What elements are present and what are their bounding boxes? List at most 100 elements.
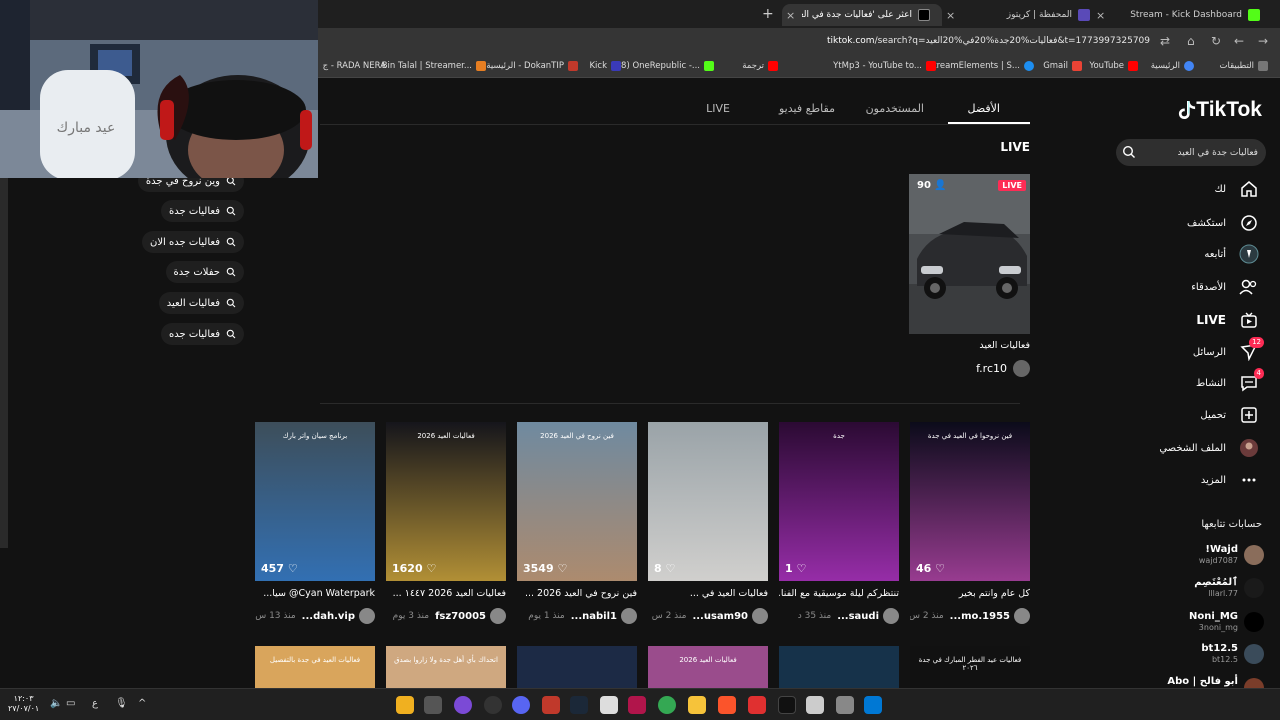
tiktok-app-icon[interactable] <box>778 696 796 714</box>
video-card[interactable]: فين نروح في العيد 2026 3549 ♡ <box>517 422 637 581</box>
tab-tiktok-search[interactable]: اعثر على 'فعاليات جدة في العيد' × <box>782 4 942 26</box>
bookmark-bintalal[interactable]: Bin Talal | Streamer... <box>382 61 490 71</box>
site-settings-icon[interactable]: ⇄ <box>1160 34 1170 48</box>
volume-icon[interactable]: 🔈 <box>50 698 62 709</box>
following-account[interactable]: bt12.5 bt12.5 <box>1144 640 1264 668</box>
video-author[interactable]: nabil1... <box>571 611 617 622</box>
sidebar-item-live-tv[interactable]: LIVE <box>1196 309 1260 331</box>
video-card[interactable]: فعاليات العيد 2026 <box>648 646 768 688</box>
sidebar-item-compass[interactable]: استكشف <box>1187 212 1260 234</box>
tab-users[interactable]: المستخدمون <box>866 102 924 115</box>
app-icon-7[interactable] <box>806 696 824 714</box>
new-tab-icon[interactable]: + <box>762 6 774 22</box>
bookmark-dokantip[interactable]: الرئيسية - DokanTIP <box>486 61 582 71</box>
tray-chevron-icon[interactable]: ^ <box>138 698 146 709</box>
obs-icon[interactable] <box>454 696 472 714</box>
close-icon[interactable]: × <box>786 9 795 22</box>
video-author[interactable]: usam90... <box>692 611 748 622</box>
following-account[interactable]: ٱلمُعْتَصِم lllarl.77 <box>1144 574 1264 602</box>
sidebar-item-home[interactable]: لك <box>1215 178 1260 200</box>
related-search-chip[interactable]: حفلات جدة <box>165 261 244 283</box>
video-author[interactable]: mo.1955... <box>950 611 1010 622</box>
app-icon-6[interactable] <box>748 696 766 714</box>
live-stream-card[interactable]: LIVE 90 👤 <box>909 174 1030 334</box>
url-field[interactable]: tiktok.com/search?q=فعاليات%20جدة%20في%2… <box>827 36 1150 46</box>
bookmark-apps[interactable]: التطبيقات <box>1219 61 1272 71</box>
avatar[interactable] <box>621 608 637 624</box>
bookmark-home[interactable]: الرئيسية <box>1151 61 1198 71</box>
avatar[interactable] <box>490 608 506 624</box>
avatar[interactable] <box>1014 608 1030 624</box>
video-card[interactable]: فعاليات العيد في جدة بالتفصيل <box>255 646 375 688</box>
bookmark-gmail[interactable]: Gmail <box>1043 61 1086 71</box>
tab-top[interactable]: الأفضل <box>968 102 1000 115</box>
video-card[interactable]: فعاليات العيد 2026 1620 ♡ <box>386 422 506 581</box>
sidebar-item-following[interactable]: أتابعه <box>1204 243 1260 265</box>
related-search-chip[interactable]: فعاليات العيد <box>158 292 244 314</box>
video-author[interactable]: fsz70005 <box>435 611 486 622</box>
back-icon[interactable]: → <box>1258 34 1268 48</box>
search-icon[interactable] <box>1122 145 1136 159</box>
tab-live[interactable]: LIVE <box>706 102 730 115</box>
home-icon[interactable]: ⌂ <box>1187 34 1195 48</box>
avatar[interactable] <box>359 608 375 624</box>
video-card[interactable] <box>517 646 637 688</box>
video-title[interactable]: Cyan Waterpark@ سيا... <box>255 588 375 599</box>
related-search-chip[interactable]: فعاليات جدة <box>160 200 244 222</box>
live-title[interactable]: فعاليات العيد <box>979 340 1030 351</box>
app-icon-5[interactable] <box>628 696 646 714</box>
tiktok-logo[interactable]: TikTok <box>1174 98 1262 122</box>
video-card[interactable]: برنامج سيان واتر بارك 457 ♡ <box>255 422 375 581</box>
bookmark-onerepublic[interactable]: (18) OneRepublic -... <box>612 61 718 71</box>
steam-icon[interactable] <box>570 696 588 714</box>
avatar[interactable] <box>752 608 768 624</box>
close-icon[interactable]: × <box>946 9 955 22</box>
bookmark-streamelements[interactable]: StreamElements | S... <box>928 61 1038 71</box>
reload-icon[interactable]: ↻ <box>1211 34 1221 48</box>
brave-icon[interactable] <box>718 696 736 714</box>
video-title[interactable]: كل عام وانتم بخير <box>910 588 1030 599</box>
tab-wallet[interactable]: المحفظة | كريتوز × <box>946 4 1090 26</box>
chrome-icon[interactable] <box>658 696 676 714</box>
video-card[interactable]: فين نروحوا في العيد في جدة 46 ♡ <box>910 422 1030 581</box>
related-search-chip[interactable]: فعاليات جده <box>160 323 244 345</box>
video-title[interactable]: فين نروح في العيد 2026 ... <box>517 588 637 599</box>
sidebar-item-activity[interactable]: 4 النشاط <box>1196 368 1264 394</box>
bookmark-translate[interactable]: ترجمة <box>742 61 782 71</box>
video-card[interactable]: جدة 1 ♡ <box>779 422 899 581</box>
network-icon[interactable]: ▭ <box>66 698 75 709</box>
taskbar-clock[interactable]: ١٢:٠٣ ٢٧/٠٧/٠١ <box>8 694 39 714</box>
bookmark-ytmp3[interactable]: YtMp3 - YouTube to... <box>833 61 940 71</box>
sidebar-item-friends[interactable]: الأصدقاء <box>1191 276 1260 298</box>
folder-icon[interactable] <box>688 696 706 714</box>
related-search-chip[interactable]: فعاليات جده الان <box>141 231 244 253</box>
tab-videos[interactable]: مقاطع فيديو <box>779 102 835 115</box>
sidebar-item-messages[interactable]: 12 الرسائل <box>1193 337 1264 363</box>
video-title[interactable]: فعاليات العيد 2026 ١٤٤٧ ... <box>386 588 506 599</box>
live-user[interactable]: f.rc10 <box>976 360 1030 377</box>
following-account[interactable]: Wajd! wajd7087 <box>1144 541 1264 569</box>
language-indicator[interactable]: ع <box>92 698 98 709</box>
sidebar-item-upload[interactable]: تحميل <box>1200 404 1260 426</box>
app-icon-8[interactable] <box>836 696 854 714</box>
bookmark-youtube[interactable]: YouTube <box>1089 61 1142 71</box>
search-input[interactable]: فعاليات جدة في العيد <box>1116 139 1266 166</box>
following-account[interactable]: Noni_MG 3noni_mg <box>1144 608 1264 636</box>
video-card[interactable]: اتحداك بأي أهل جدة ولا زاروا بصدق <box>386 646 506 688</box>
app-icon-2[interactable] <box>424 696 442 714</box>
bookmark-radanera[interactable]: ج - RADA NERA <box>323 61 386 71</box>
forward-icon[interactable]: ← <box>1234 34 1244 48</box>
microphone-icon[interactable]: 🎙 <box>115 698 128 709</box>
app-icon-1[interactable] <box>396 696 414 714</box>
video-author[interactable]: saudi... <box>837 611 879 622</box>
video-card[interactable]: 8 ♡ <box>648 422 768 581</box>
avatar[interactable] <box>883 608 899 624</box>
close-icon[interactable]: × <box>1096 9 1105 22</box>
app-icon-3[interactable] <box>484 696 502 714</box>
app-icon-4[interactable] <box>542 696 560 714</box>
sidebar-item-more[interactable]: المزيد <box>1201 469 1260 491</box>
video-title[interactable]: فعاليات العيد في ... <box>648 588 768 599</box>
video-card[interactable]: فعاليات عيد الفطر المبارك في جدة ٢٠٢٦ <box>910 646 1030 688</box>
bookmark-kick[interactable]: Kick <box>589 61 625 71</box>
discord-icon[interactable] <box>512 696 530 714</box>
